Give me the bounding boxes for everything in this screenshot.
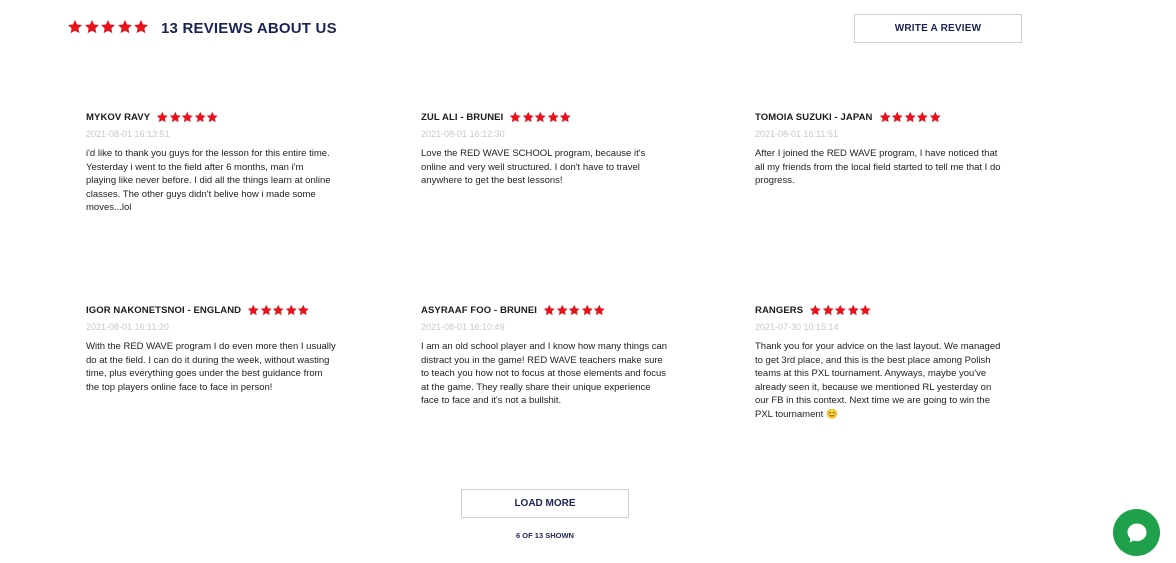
review-stars — [543, 304, 606, 317]
review-stars — [247, 304, 310, 317]
star-icon — [68, 19, 82, 34]
star-icon — [568, 304, 580, 315]
star-icon — [260, 304, 272, 315]
star-icon — [560, 111, 572, 122]
reviewer-name: RANGERS — [755, 304, 804, 316]
review-card: IGOR NAKONETSNOI - ENGLAND 2021-08-01 16… — [86, 303, 336, 394]
review-text: With the RED WAVE program I do even more… — [86, 341, 336, 393]
star-icon — [810, 304, 821, 315]
star-icon — [879, 111, 891, 122]
review-text: i'd like to thank you guys for the lesso… — [86, 148, 331, 214]
star-icon — [156, 111, 168, 122]
star-icon — [522, 111, 534, 122]
star-icon — [822, 304, 834, 315]
review-card: TOMOIA SUZUKI - JAPAN 2021-08-01 16:11:5… — [755, 110, 1005, 188]
review-card: MYKOV RAVY 2021-08-01 16:13:51 i'd like … — [86, 110, 336, 215]
star-icon — [510, 111, 522, 122]
star-icon — [297, 304, 309, 315]
star-icon — [847, 304, 859, 315]
star-icon — [272, 304, 284, 315]
reviewer-name: TOMOIA SUZUKI - JAPAN — [755, 111, 873, 123]
star-icon — [535, 111, 547, 122]
star-icon — [194, 111, 206, 122]
star-icon — [285, 304, 297, 315]
star-icon — [247, 304, 259, 315]
star-icon — [547, 111, 559, 122]
reviewer-name: MYKOV RAVY — [86, 111, 151, 123]
star-icon — [916, 111, 928, 122]
star-icon — [101, 19, 115, 34]
review-date: 2021-08-01 16:11:51 — [755, 129, 838, 139]
star-icon — [835, 304, 846, 315]
review-date: 2021-08-01 16:11:20 — [86, 322, 169, 332]
review-stars — [809, 304, 872, 317]
review-card: ZUL ALI - BRUNEI 2021-08-01 16:12:30 Lov… — [421, 110, 671, 188]
chat-bubble-icon — [1126, 522, 1147, 543]
star-icon — [904, 111, 916, 122]
write-review-button[interactable]: WRITE A REVIEW — [854, 14, 1022, 43]
reviews-header: 13 REVIEWS ABOUT US WRITE A REVIEW — [0, 0, 1176, 60]
star-icon — [581, 304, 593, 315]
star-icon — [556, 304, 568, 315]
star-icon — [84, 19, 99, 34]
star-icon — [929, 111, 941, 122]
chat-button[interactable] — [1113, 509, 1160, 556]
overall-rating-stars — [67, 19, 150, 35]
star-icon — [891, 111, 903, 122]
star-icon — [543, 304, 555, 315]
star-icon — [117, 19, 132, 34]
star-icon — [206, 111, 218, 122]
review-date: 2021-07-30 10:15:14 — [755, 322, 839, 332]
review-text: I am an old school player and I know how… — [421, 341, 668, 407]
review-text: After I joined the RED WAVE program, I h… — [755, 148, 1001, 187]
review-date: 2021-08-01 16:13:51 — [86, 129, 170, 139]
review-date: 2021-08-01 16:12:30 — [421, 129, 505, 139]
load-more-button[interactable]: LOAD MORE — [461, 489, 629, 518]
review-text: Love the RED WAVE SCHOOL program, becaus… — [421, 148, 646, 187]
star-icon — [593, 304, 605, 315]
reviews-title: 13 REVIEWS ABOUT US — [161, 20, 337, 37]
review-stars — [509, 111, 572, 124]
reviewer-name: ASYRAAF FOO - BRUNEI — [421, 304, 537, 316]
review-card: RANGERS 2021-07-30 10:15:14 Thank you fo… — [755, 303, 1005, 422]
review-stars — [156, 111, 219, 124]
review-stars — [879, 111, 942, 124]
review-card: ASYRAAF FOO - BRUNEI 2021-08-01 16:10:49… — [421, 303, 671, 408]
star-icon — [134, 19, 148, 34]
reviewer-name: IGOR NAKONETSNOI - ENGLAND — [86, 304, 242, 316]
review-date: 2021-08-01 16:10:49 — [421, 322, 505, 332]
review-text: Thank you for your advice on the last la… — [755, 341, 1001, 420]
star-icon — [860, 304, 871, 315]
reviewer-name: ZUL ALI - BRUNEI — [421, 111, 504, 123]
shown-count: 6 OF 13 SHOWN — [516, 531, 574, 540]
star-icon — [169, 111, 181, 122]
star-icon — [181, 111, 193, 122]
